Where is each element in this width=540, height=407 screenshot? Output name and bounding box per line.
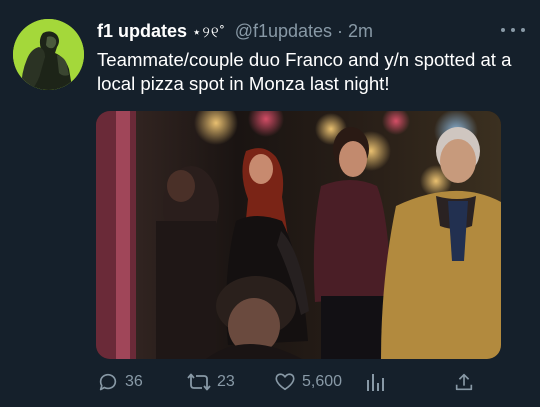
display-name[interactable]: f1 updates <box>97 21 187 42</box>
tweet[interactable]: f1 updates ⋆୨୧˚ @f1updates · 2m Teammate… <box>0 0 540 407</box>
retweet-count: 23 <box>217 373 235 390</box>
tweet-actions: 36 23 5,600 <box>97 370 477 394</box>
separator-dot: · <box>337 21 344 41</box>
reply-icon <box>99 373 117 391</box>
reply-button[interactable]: 36 <box>97 370 143 394</box>
name-decoration: ⋆୨୧˚ <box>192 24 226 41</box>
street-photo-image <box>96 111 501 359</box>
share-icon <box>455 373 473 391</box>
reply-count: 36 <box>125 373 143 390</box>
tweet-text: Teammate/couple duo Franco and y/n spott… <box>97 49 512 94</box>
analytics-button[interactable] <box>365 370 385 394</box>
tweet-header: f1 updates ⋆୨୧˚ @f1updates · 2m <box>97 21 373 47</box>
tweet-photo[interactable] <box>96 111 501 359</box>
avatar[interactable] <box>13 19 84 90</box>
analytics-icon <box>367 374 384 391</box>
share-button[interactable] <box>453 370 475 394</box>
heart-icon <box>275 373 295 391</box>
retweet-icon <box>187 373 211 391</box>
like-count: 5,600 <box>302 373 343 390</box>
user-handle[interactable]: @f1updates <box>235 21 332 42</box>
more-options-button[interactable] <box>501 20 525 40</box>
avatar-image <box>13 19 84 90</box>
like-button[interactable]: 5,600 <box>274 370 342 394</box>
retweet-button[interactable]: 23 <box>187 370 235 394</box>
timestamp[interactable]: 2m <box>348 21 373 42</box>
more-horizontal-icon <box>501 28 505 32</box>
